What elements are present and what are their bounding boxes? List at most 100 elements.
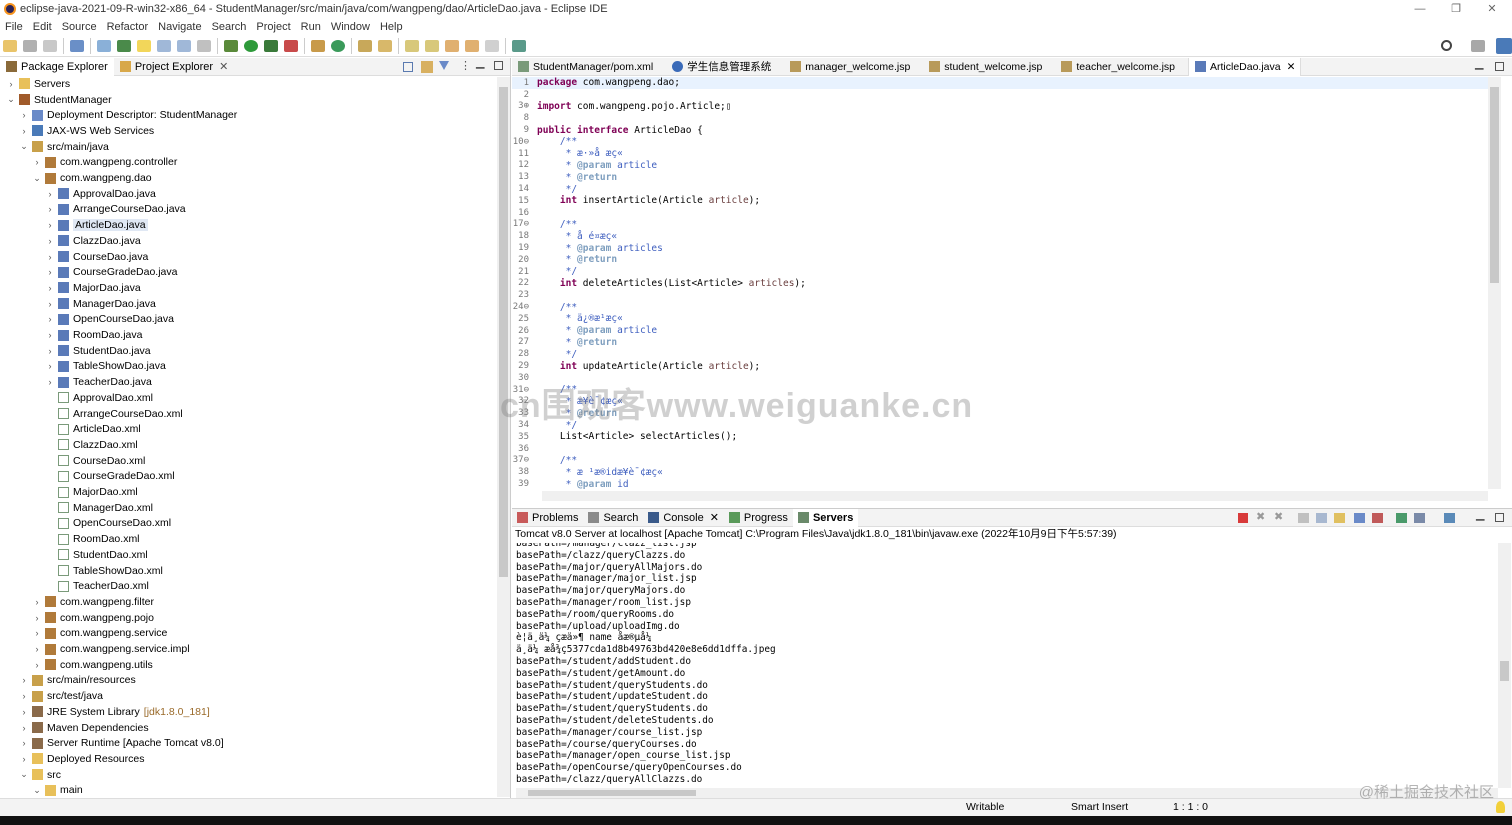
maximize-button[interactable]: ❐ — [1438, 0, 1474, 18]
tree-item[interactable]: › com.wangpeng.service.impl — [32, 641, 190, 657]
skip-breakpoints-icon[interactable] — [97, 39, 111, 52]
chevron-down-icon[interactable]: ⌄ — [19, 141, 29, 152]
minimize-button[interactable]: — — [1402, 0, 1438, 18]
console-vertical-scrollbar[interactable] — [1498, 543, 1511, 788]
terminate-icon[interactable] — [1238, 513, 1248, 523]
tree-item[interactable]: › com.wangpeng.service — [32, 626, 168, 642]
chevron-right-icon[interactable]: › — [45, 377, 55, 387]
menu-navigate[interactable]: Navigate — [153, 21, 206, 33]
minimize-view-icon[interactable]: ▁ — [476, 56, 484, 69]
tree-item[interactable]: ManagerDao.xml — [45, 500, 153, 516]
tip-bulb-icon[interactable] — [1496, 801, 1505, 813]
tab-console[interactable]: Console ✕ — [643, 509, 724, 527]
tree-item[interactable]: › src/main/resources — [19, 673, 136, 689]
tree-item[interactable]: › Servers — [6, 77, 71, 92]
block-selection-icon[interactable] — [157, 39, 171, 52]
tree-item[interactable]: ArrangeCourseDao.xml — [45, 406, 183, 422]
tree-item[interactable]: › TeacherDao.java — [45, 374, 152, 390]
chevron-right-icon[interactable]: › — [19, 675, 29, 685]
editor-tab[interactable]: manager_welcome.jsp — [784, 58, 915, 76]
tree-item[interactable]: › ArrangeCourseDao.java — [45, 202, 186, 218]
tree-item[interactable]: › ClazzDao.java — [45, 233, 141, 249]
menu-search[interactable]: Search — [207, 21, 252, 33]
tree-item[interactable]: › Deployment Descriptor: StudentManager — [19, 107, 238, 123]
chevron-right-icon[interactable]: › — [45, 236, 55, 246]
editor-horizontal-scrollbar[interactable] — [542, 491, 1488, 501]
tree-item[interactable]: › TableShowDao.java — [45, 359, 166, 375]
chevron-right-icon[interactable]: › — [32, 628, 42, 638]
save-all-icon[interactable] — [43, 39, 57, 52]
editor-tab[interactable]: teacher_welcome.jsp — [1055, 58, 1180, 76]
chevron-right-icon[interactable]: › — [32, 644, 42, 654]
filter-icon[interactable] — [439, 61, 449, 73]
debug-icon[interactable] — [224, 39, 238, 52]
pin-editor-icon[interactable] — [512, 39, 526, 52]
view-menu-icon[interactable]: ⋮ — [460, 59, 471, 72]
tab-progress[interactable]: Progress — [724, 509, 793, 527]
remove-all-terminated-icon[interactable]: ✖ — [1274, 510, 1283, 523]
next-annotation-icon[interactable] — [405, 39, 419, 52]
pin-console-icon[interactable] — [1396, 513, 1407, 523]
tree-item[interactable]: ArticleDao.xml — [45, 421, 141, 437]
scrollbar-thumb[interactable] — [499, 87, 508, 577]
terminal-icon[interactable] — [70, 39, 84, 52]
search-icon[interactable] — [1441, 40, 1452, 51]
tree-item[interactable]: OpenCourseDao.xml — [45, 516, 171, 532]
scrollbar-thumb[interactable] — [1500, 661, 1509, 681]
forward-icon[interactable] — [485, 39, 499, 52]
tree-item[interactable]: › ApprovalDao.java — [45, 186, 156, 202]
chevron-right-icon[interactable]: › — [45, 220, 55, 230]
scrollbar-thumb[interactable] — [1490, 87, 1499, 283]
previous-annotation-icon[interactable] — [425, 39, 439, 52]
chevron-right-icon[interactable]: › — [45, 204, 55, 214]
tree-item[interactable]: ⌄ src — [19, 767, 61, 783]
tree-item[interactable]: CourseDao.xml — [45, 453, 145, 469]
run-icon[interactable] — [244, 39, 258, 52]
close-icon[interactable]: ✕ — [219, 60, 228, 73]
external-tools-icon[interactable] — [284, 39, 298, 52]
word-wrap-console-icon[interactable] — [1334, 513, 1345, 523]
collapse-all-icon[interactable] — [403, 62, 413, 72]
tree-item[interactable]: › com.wangpeng.pojo — [32, 610, 154, 626]
tree-item[interactable]: › JRE System Library [jdk1.8.0_181] — [19, 704, 210, 720]
tree-item[interactable]: ⌄ StudentManager — [6, 92, 111, 108]
editor-tab[interactable]: student_welcome.jsp — [923, 58, 1047, 76]
maximize-view-icon[interactable] — [494, 61, 503, 70]
maximize-console-icon[interactable] — [1495, 513, 1504, 522]
menu-refactor[interactable]: Refactor — [102, 21, 154, 33]
scrollbar-thumb[interactable] — [528, 790, 696, 796]
chevron-right-icon[interactable]: › — [45, 346, 55, 356]
editor-tab[interactable]: StudentManager/pom.xml — [512, 58, 658, 76]
open-task-icon[interactable] — [378, 39, 392, 52]
tree-item[interactable]: › Deployed Resources — [19, 751, 145, 767]
tree-item[interactable]: TeacherDao.xml — [45, 578, 149, 594]
tree-item[interactable]: › ManagerDao.java — [45, 296, 156, 312]
open-perspective-icon[interactable] — [1471, 40, 1485, 52]
menu-run[interactable]: Run — [296, 21, 326, 33]
save-icon[interactable] — [23, 39, 37, 52]
tab-servers[interactable]: Servers — [792, 508, 859, 527]
tab-package-explorer[interactable]: Package Explorer — [0, 57, 114, 76]
scroll-lock-icon[interactable] — [1316, 513, 1327, 523]
toggle-mark-icon[interactable] — [117, 39, 131, 52]
highlight-icon[interactable] — [137, 39, 151, 52]
menu-window[interactable]: Window — [326, 21, 375, 33]
tree-item[interactable]: › StudentDao.java — [45, 343, 151, 359]
coverage-icon[interactable] — [264, 39, 278, 52]
tree-item[interactable]: › RoomDao.java — [45, 327, 143, 343]
tree-item[interactable]: › com.wangpeng.utils — [32, 657, 153, 673]
chevron-right-icon[interactable]: › — [45, 361, 55, 371]
chevron-right-icon[interactable]: › — [45, 252, 55, 262]
editor-tab[interactable]: ArticleDao.java ✕ — [1188, 57, 1302, 76]
close-icon[interactable]: ✕ — [710, 511, 719, 524]
new-icon[interactable] — [3, 39, 17, 52]
tree-item[interactable]: ClazzDao.xml — [45, 437, 138, 453]
menu-help[interactable]: Help — [375, 21, 408, 33]
tree-item[interactable]: › Server Runtime [Apache Tomcat v8.0] — [19, 735, 224, 751]
open-type-icon[interactable] — [358, 39, 372, 52]
menu-source[interactable]: Source — [57, 21, 102, 33]
chevron-right-icon[interactable]: › — [19, 723, 29, 733]
chevron-right-icon[interactable]: › — [19, 110, 29, 120]
chevron-down-icon[interactable]: ⌄ — [6, 94, 16, 105]
menu-edit[interactable]: Edit — [28, 21, 57, 33]
